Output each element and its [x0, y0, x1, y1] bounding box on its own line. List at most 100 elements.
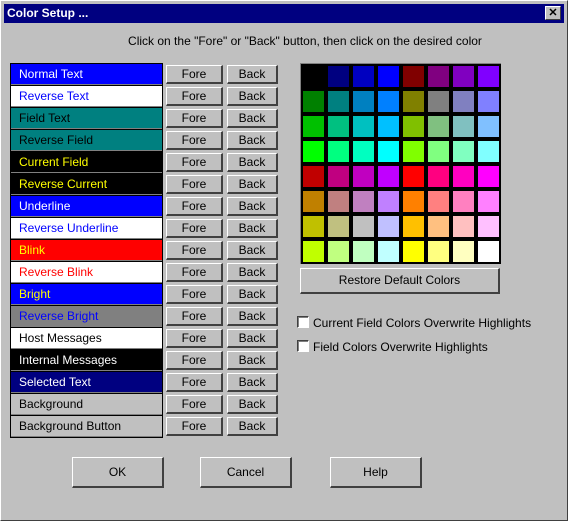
restore-default-colors-button[interactable]: Restore Default Colors	[300, 268, 500, 294]
color-swatch[interactable]	[376, 139, 401, 164]
color-swatch[interactable]	[351, 114, 376, 139]
color-item-background[interactable]: Background	[11, 393, 162, 415]
color-swatch[interactable]	[401, 164, 426, 189]
close-button[interactable]: ✕	[545, 6, 561, 20]
color-swatch[interactable]	[301, 189, 326, 214]
color-swatch[interactable]	[326, 239, 351, 264]
color-swatch[interactable]	[301, 139, 326, 164]
color-swatch[interactable]	[351, 164, 376, 189]
color-item-reverse-underline[interactable]: Reverse Underline	[11, 217, 162, 239]
color-swatch[interactable]	[301, 214, 326, 239]
fore-button[interactable]: Fore	[166, 131, 223, 150]
fore-button[interactable]: Fore	[166, 175, 223, 194]
color-item-background-button[interactable]: Background Button	[11, 415, 162, 437]
color-swatch[interactable]	[376, 164, 401, 189]
color-swatch[interactable]	[401, 64, 426, 89]
fore-button[interactable]: Fore	[166, 285, 223, 304]
color-item-normal-text[interactable]: Normal Text	[11, 63, 162, 85]
color-swatch[interactable]	[326, 64, 351, 89]
color-item-selected-text[interactable]: Selected Text	[11, 371, 162, 393]
color-swatch[interactable]	[476, 164, 501, 189]
back-button[interactable]: Back	[227, 395, 278, 414]
color-item-blink[interactable]: Blink	[11, 239, 162, 261]
color-swatch[interactable]	[476, 239, 501, 264]
color-swatch[interactable]	[451, 89, 476, 114]
back-button[interactable]: Back	[227, 87, 278, 106]
color-swatch[interactable]	[426, 164, 451, 189]
fore-button[interactable]: Fore	[166, 329, 223, 348]
color-swatch[interactable]	[351, 214, 376, 239]
color-swatch[interactable]	[376, 64, 401, 89]
color-item-host-messages[interactable]: Host Messages	[11, 327, 162, 349]
cancel-button[interactable]: Cancel	[200, 457, 292, 488]
back-button[interactable]: Back	[227, 153, 278, 172]
color-swatch[interactable]	[301, 239, 326, 264]
color-swatch[interactable]	[476, 114, 501, 139]
current-field-overwrite-checkbox[interactable]	[297, 316, 309, 328]
fore-button[interactable]: Fore	[166, 263, 223, 282]
back-button[interactable]: Back	[227, 373, 278, 392]
fore-button[interactable]: Fore	[166, 241, 223, 260]
color-swatch[interactable]	[476, 214, 501, 239]
color-swatch[interactable]	[476, 64, 501, 89]
color-swatch[interactable]	[326, 164, 351, 189]
color-swatch[interactable]	[426, 114, 451, 139]
color-swatch[interactable]	[426, 189, 451, 214]
color-swatch[interactable]	[401, 114, 426, 139]
ok-button[interactable]: OK	[72, 457, 164, 488]
field-overwrite-checkbox[interactable]	[297, 340, 309, 352]
color-swatch[interactable]	[376, 239, 401, 264]
color-swatch[interactable]	[301, 114, 326, 139]
color-swatch[interactable]	[451, 64, 476, 89]
back-button[interactable]: Back	[227, 65, 278, 84]
color-swatch[interactable]	[451, 239, 476, 264]
back-button[interactable]: Back	[227, 417, 278, 436]
color-item-reverse-current[interactable]: Reverse Current	[11, 173, 162, 195]
color-swatch[interactable]	[376, 189, 401, 214]
color-swatch[interactable]	[401, 89, 426, 114]
color-swatch[interactable]	[426, 214, 451, 239]
back-button[interactable]: Back	[227, 241, 278, 260]
color-item-bright[interactable]: Bright	[11, 283, 162, 305]
fore-button[interactable]: Fore	[166, 65, 223, 84]
color-swatch[interactable]	[376, 114, 401, 139]
color-item-underline[interactable]: Underline	[11, 195, 162, 217]
color-item-internal-messages[interactable]: Internal Messages	[11, 349, 162, 371]
fore-button[interactable]: Fore	[166, 153, 223, 172]
color-swatch[interactable]	[351, 89, 376, 114]
fore-button[interactable]: Fore	[166, 307, 223, 326]
color-item-reverse-blink[interactable]: Reverse Blink	[11, 261, 162, 283]
back-button[interactable]: Back	[227, 351, 278, 370]
fore-button[interactable]: Fore	[166, 109, 223, 128]
fore-button[interactable]: Fore	[166, 417, 223, 436]
color-swatch[interactable]	[351, 239, 376, 264]
fore-button[interactable]: Fore	[166, 87, 223, 106]
back-button[interactable]: Back	[227, 175, 278, 194]
color-swatch[interactable]	[326, 189, 351, 214]
back-button[interactable]: Back	[227, 329, 278, 348]
color-swatch[interactable]	[326, 214, 351, 239]
color-swatch[interactable]	[326, 89, 351, 114]
fore-button[interactable]: Fore	[166, 197, 223, 216]
color-swatch[interactable]	[451, 189, 476, 214]
color-swatch[interactable]	[351, 189, 376, 214]
color-swatch[interactable]	[376, 214, 401, 239]
color-item-field-text[interactable]: Field Text	[11, 107, 162, 129]
color-swatch[interactable]	[426, 239, 451, 264]
color-swatch[interactable]	[451, 164, 476, 189]
fore-button[interactable]: Fore	[166, 351, 223, 370]
back-button[interactable]: Back	[227, 307, 278, 326]
back-button[interactable]: Back	[227, 219, 278, 238]
color-swatch[interactable]	[401, 139, 426, 164]
color-item-current-field[interactable]: Current Field	[11, 151, 162, 173]
help-button[interactable]: Help	[330, 457, 422, 488]
color-swatch[interactable]	[376, 89, 401, 114]
color-swatch[interactable]	[426, 64, 451, 89]
color-swatch[interactable]	[351, 64, 376, 89]
back-button[interactable]: Back	[227, 131, 278, 150]
color-swatch[interactable]	[301, 164, 326, 189]
color-swatch[interactable]	[451, 139, 476, 164]
back-button[interactable]: Back	[227, 197, 278, 216]
color-swatch[interactable]	[476, 189, 501, 214]
fore-button[interactable]: Fore	[166, 219, 223, 238]
